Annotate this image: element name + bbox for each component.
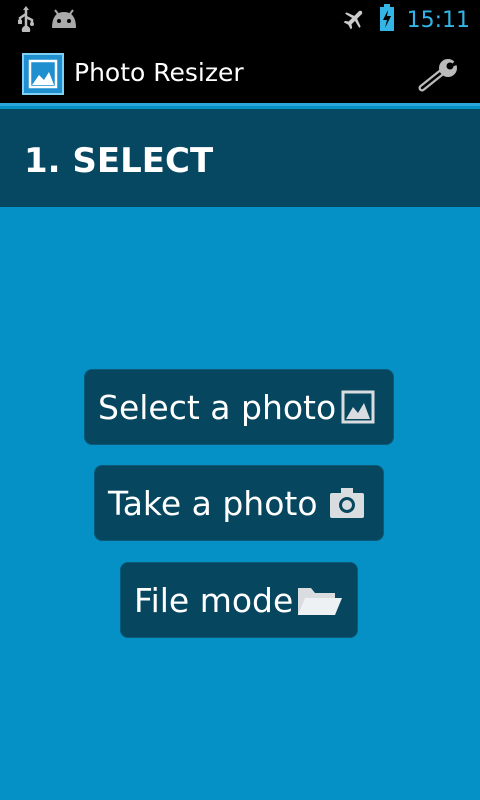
file-mode-label: File mode xyxy=(134,580,294,620)
take-photo-label: Take a photo xyxy=(108,483,318,523)
usb-icon xyxy=(16,6,36,36)
airplane-mode-icon xyxy=(343,6,367,34)
select-photo-button[interactable]: Select a photo xyxy=(84,369,394,445)
folder-icon xyxy=(297,585,343,625)
file-mode-button[interactable]: File mode xyxy=(120,562,358,638)
step-title: 1. SELECT xyxy=(24,141,214,181)
clock: 15:11 xyxy=(406,7,470,33)
image-icon xyxy=(341,390,375,432)
action-bar: Photo Resizer xyxy=(0,38,480,106)
wrench-icon[interactable] xyxy=(418,58,460,92)
app-title: Photo Resizer xyxy=(74,58,244,87)
battery-charging-icon xyxy=(379,4,395,36)
step-header: 1. SELECT xyxy=(0,109,480,207)
photo-icon[interactable] xyxy=(22,53,64,95)
android-icon xyxy=(50,8,78,34)
status-bar: 15:11 xyxy=(0,0,480,38)
camera-icon xyxy=(329,488,365,528)
select-photo-label: Select a photo xyxy=(98,387,337,427)
take-photo-button[interactable]: Take a photo xyxy=(94,465,384,541)
